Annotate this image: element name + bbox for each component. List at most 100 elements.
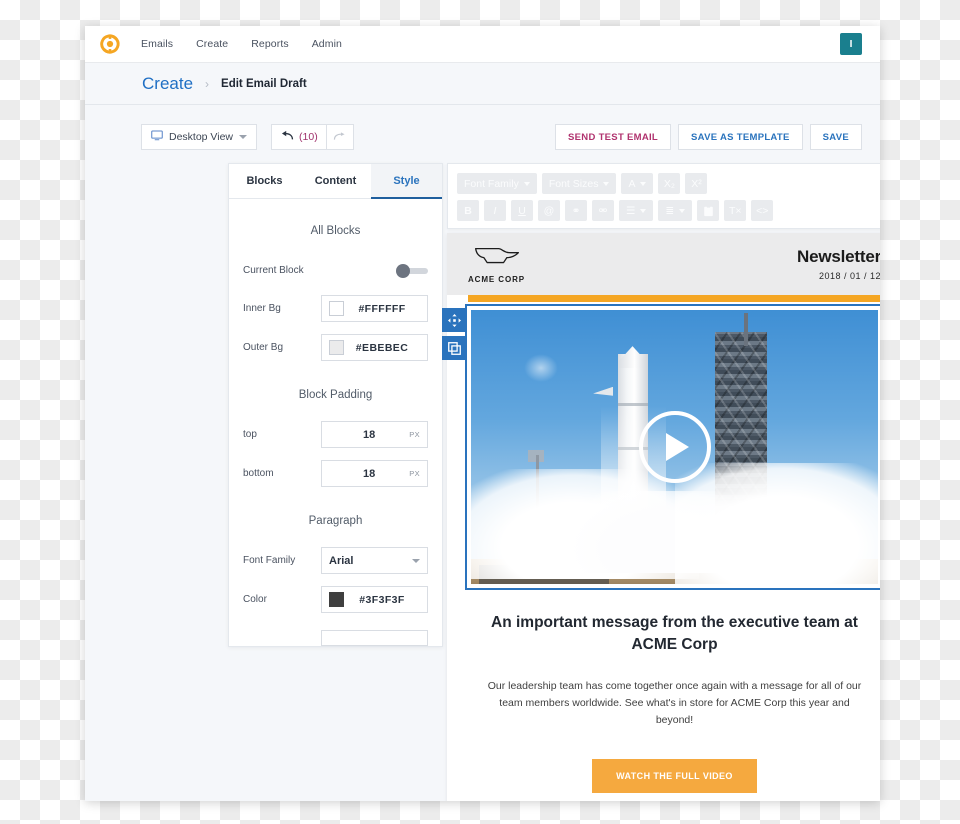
- font-family-dropdown-label: Font Family: [464, 177, 519, 190]
- paragraph-color-field[interactable]: #3F3F3F: [321, 586, 428, 613]
- selected-video-block[interactable]: [442, 304, 880, 590]
- italic-button[interactable]: I: [484, 200, 506, 221]
- breadcrumb-create-link[interactable]: Create: [142, 74, 193, 94]
- paragraph-color-swatch: [329, 592, 344, 607]
- tab-blocks[interactable]: Blocks: [229, 164, 300, 198]
- watch-full-video-button[interactable]: WATCH THE FULL VIDEO: [592, 759, 757, 793]
- email-title: Newsletter: [797, 247, 880, 266]
- clear-formatting-button[interactable]: T×: [724, 200, 747, 221]
- numbered-list-dropdown[interactable]: ≣: [658, 200, 693, 221]
- text-color-dropdown[interactable]: A: [621, 173, 654, 194]
- font-family-dropdown[interactable]: Font Family: [457, 173, 537, 194]
- paragraph-color-value: #3F3F3F: [359, 593, 405, 606]
- superscript-button[interactable]: X²: [685, 173, 708, 194]
- play-triangle-icon: [666, 433, 689, 461]
- font-sizes-dropdown[interactable]: Font Sizes: [541, 173, 617, 194]
- subscript-button[interactable]: X₂: [658, 173, 681, 194]
- padding-bottom-label: bottom: [243, 468, 274, 479]
- undo-arrow-icon: [280, 128, 294, 146]
- paragraph-color-label: Color: [243, 594, 267, 605]
- panel-tabs: Blocks Content Style: [229, 164, 442, 199]
- tower-mast: [743, 312, 748, 346]
- acme-logo-text: ACME CORP: [468, 274, 525, 284]
- nav-item-create[interactable]: Create: [196, 38, 228, 50]
- video-thumbnail[interactable]: [471, 310, 878, 584]
- numbered-list-icon: ≣: [665, 204, 675, 217]
- chevron-down-icon: [679, 208, 686, 213]
- redo-arrow-icon: [333, 128, 346, 146]
- nav-item-admin[interactable]: Admin: [312, 38, 342, 50]
- nav-item-emails[interactable]: Emails: [141, 38, 173, 50]
- bullet-list-dropdown[interactable]: ☰: [619, 200, 654, 221]
- style-panel: Blocks Content Style All Blocks Current …: [228, 163, 443, 647]
- inner-bg-color-field[interactable]: #FFFFFF: [321, 295, 428, 322]
- padding-bottom-value: 18: [362, 467, 376, 480]
- paste-button[interactable]: [697, 200, 720, 221]
- move-arrows-icon: [447, 313, 461, 327]
- rich-text-toolbar: Font Family Font Sizes A X₂ X² B I U @ ⚭…: [447, 163, 880, 229]
- inner-bg-value: #FFFFFF: [358, 302, 406, 315]
- outer-bg-color-field[interactable]: #EBEBEC: [321, 334, 428, 361]
- duplicate-block-button[interactable]: [442, 336, 466, 360]
- duplicate-icon: [447, 341, 461, 355]
- email-heading[interactable]: An important message from the executive …: [487, 612, 862, 656]
- video-block-wrapper: [442, 295, 880, 590]
- padding-bottom-unit: PX: [409, 469, 420, 478]
- padding-top-label: top: [243, 429, 257, 440]
- row-current-block: Current Block: [243, 257, 428, 283]
- section-all-blocks-title: All Blocks: [310, 225, 361, 237]
- tab-content[interactable]: Content: [300, 164, 371, 198]
- padding-top-value: 18: [362, 428, 376, 441]
- link-button[interactable]: ⚭: [565, 200, 587, 221]
- save-as-template-button[interactable]: SAVE AS TEMPLATE: [678, 124, 803, 150]
- merge-tag-button[interactable]: @: [538, 200, 560, 221]
- sun-flare: [523, 353, 558, 382]
- undo-redo-group: (10): [271, 124, 354, 150]
- current-block-label: Current Block: [243, 264, 304, 276]
- play-button[interactable]: [638, 411, 711, 483]
- email-canvas: Font Family Font Sizes A X₂ X² B I U @ ⚭…: [442, 163, 880, 801]
- cutoff-field[interactable]: [321, 630, 428, 646]
- editor-workspace: Desktop View (10) SEND TEST EMAIL SAVE A…: [85, 105, 880, 801]
- font-family-select[interactable]: Arial: [321, 547, 428, 574]
- view-mode-label: Desktop View: [169, 131, 234, 143]
- email-paragraph[interactable]: Our leadership team has come together on…: [487, 678, 862, 729]
- current-block-toggle[interactable]: [394, 263, 428, 278]
- row-cutoff: [243, 625, 428, 646]
- toggle-knob: [396, 263, 410, 278]
- chevron-down-icon: [239, 135, 248, 139]
- send-test-email-button[interactable]: SEND TEST EMAIL: [555, 124, 672, 150]
- save-button[interactable]: SAVE: [809, 124, 862, 150]
- tab-style[interactable]: Style: [371, 164, 442, 199]
- source-code-button[interactable]: <>: [751, 200, 774, 221]
- acme-logo: ACME CORP: [468, 245, 525, 284]
- padding-top-unit: PX: [409, 430, 420, 439]
- accent-bar: [468, 295, 880, 302]
- user-avatar[interactable]: I: [840, 33, 862, 55]
- monitor-icon: [151, 130, 163, 144]
- move-block-button[interactable]: [442, 308, 466, 332]
- padding-top-input[interactable]: 18 PX: [321, 421, 428, 448]
- nav-item-reports[interactable]: Reports: [251, 38, 288, 50]
- bullet-list-icon: ☰: [626, 204, 636, 217]
- redo-button[interactable]: [325, 124, 354, 150]
- refresh-circle-logo-icon[interactable]: [99, 33, 121, 55]
- unlink-button[interactable]: ⚮: [592, 200, 614, 221]
- padding-bottom-input[interactable]: 18 PX: [321, 460, 428, 487]
- outer-bg-swatch: [329, 340, 344, 355]
- view-mode-dropdown[interactable]: Desktop View: [141, 124, 258, 150]
- panel-body: All Blocks Current Block Inner Bg #FFFFF…: [229, 199, 442, 646]
- clipboard-icon: [703, 204, 713, 216]
- undo-button[interactable]: (10): [271, 124, 326, 150]
- font-family-label: Font Family: [243, 555, 296, 566]
- app-window: Emails Create Reports Admin I Create › E…: [85, 26, 880, 801]
- row-inner-bg: Inner Bg #FFFFFF: [243, 295, 428, 322]
- bold-button[interactable]: B: [457, 200, 479, 221]
- undo-count: (10): [299, 131, 318, 143]
- email-header[interactable]: ACME CORP Newsletter 2018 / 01 / 12: [447, 233, 880, 295]
- section-block-padding-title: Block Padding: [298, 389, 373, 401]
- anvil-icon: [474, 245, 520, 272]
- font-family-value: Arial: [329, 554, 354, 567]
- breadcrumb: Create › Edit Email Draft: [85, 63, 880, 105]
- underline-button[interactable]: U: [511, 200, 533, 221]
